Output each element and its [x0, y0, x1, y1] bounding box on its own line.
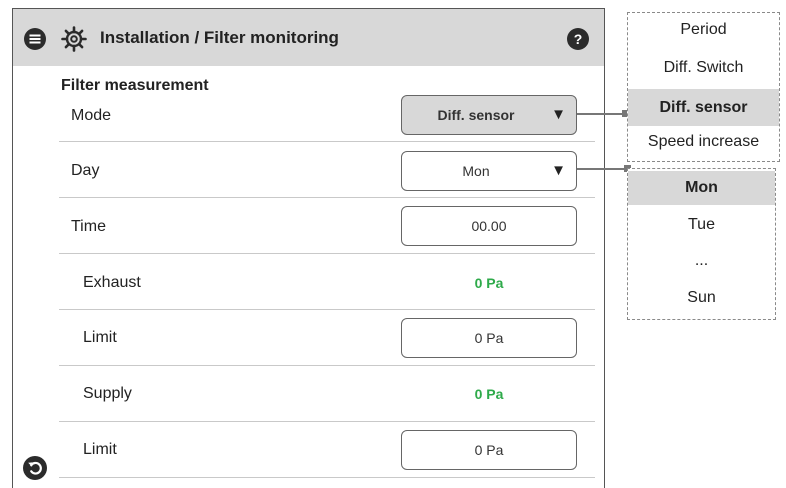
row-divider	[59, 309, 595, 310]
supply-limit-input[interactable]: 0 Pa	[401, 430, 577, 470]
filter-monitoring-panel: Installation / Filter monitoring ? Filte…	[12, 8, 605, 488]
day-value: Mon	[462, 163, 490, 179]
supply-limit-value: 0 Pa	[474, 442, 504, 458]
mode-option-speed-increase[interactable]: Speed increase	[628, 133, 779, 151]
row-divider	[59, 477, 595, 478]
mode-option-period[interactable]: Period	[628, 21, 779, 39]
time-value: 00.00	[471, 218, 507, 234]
mode-option-diff-switch[interactable]: Diff. Switch	[628, 59, 779, 77]
svg-text:?: ?	[574, 31, 583, 47]
row-divider	[59, 197, 595, 198]
exhaust-limit-input[interactable]: 0 Pa	[401, 318, 577, 358]
mode-select[interactable]: Diff. sensor ▼	[401, 95, 577, 135]
gear-icon	[61, 26, 87, 52]
section-title: Filter measurement	[61, 77, 209, 94]
day-option-mon[interactable]: Mon	[628, 171, 775, 205]
mode-option-diff-sensor[interactable]: Diff. sensor	[628, 89, 779, 126]
exhaust-limit-label: Limit	[83, 329, 117, 346]
mode-options-popup: Period Diff. Switch Diff. sensor Speed i…	[627, 12, 780, 162]
time-input[interactable]: 00.00	[401, 206, 577, 246]
back-icon[interactable]	[23, 456, 47, 480]
supply-label: Supply	[83, 385, 132, 402]
chevron-down-icon: ▼	[551, 162, 566, 179]
mode-label: Mode	[71, 107, 112, 124]
day-connector-line	[577, 168, 627, 170]
day-label: Day	[71, 162, 100, 179]
day-option-tue[interactable]: Tue	[628, 216, 775, 234]
day-select[interactable]: Mon ▼	[401, 151, 577, 191]
page-title: Installation / Filter monitoring	[100, 28, 339, 47]
mode-connector-line	[577, 113, 625, 115]
menu-icon[interactable]	[24, 28, 46, 50]
exhaust-limit-value: 0 Pa	[474, 330, 504, 346]
mode-value: Diff. sensor	[437, 107, 515, 123]
exhaust-reading: 0 Pa	[474, 275, 504, 291]
chevron-down-icon: ▼	[551, 106, 566, 123]
row-divider	[59, 253, 595, 254]
exhaust-label: Exhaust	[83, 274, 141, 291]
row-divider	[59, 421, 595, 422]
help-icon[interactable]: ?	[567, 28, 589, 50]
row-divider	[59, 365, 595, 366]
row-divider	[59, 141, 595, 142]
supply-limit-label: Limit	[83, 441, 117, 458]
day-options-popup: Mon Tue ... Sun	[627, 168, 776, 320]
supply-reading: 0 Pa	[474, 386, 504, 402]
header-bar: Installation / Filter monitoring ?	[13, 9, 604, 66]
day-option-ellipsis: ...	[694, 252, 709, 269]
day-option-sun[interactable]: Sun	[628, 289, 775, 307]
time-label: Time	[71, 218, 106, 235]
